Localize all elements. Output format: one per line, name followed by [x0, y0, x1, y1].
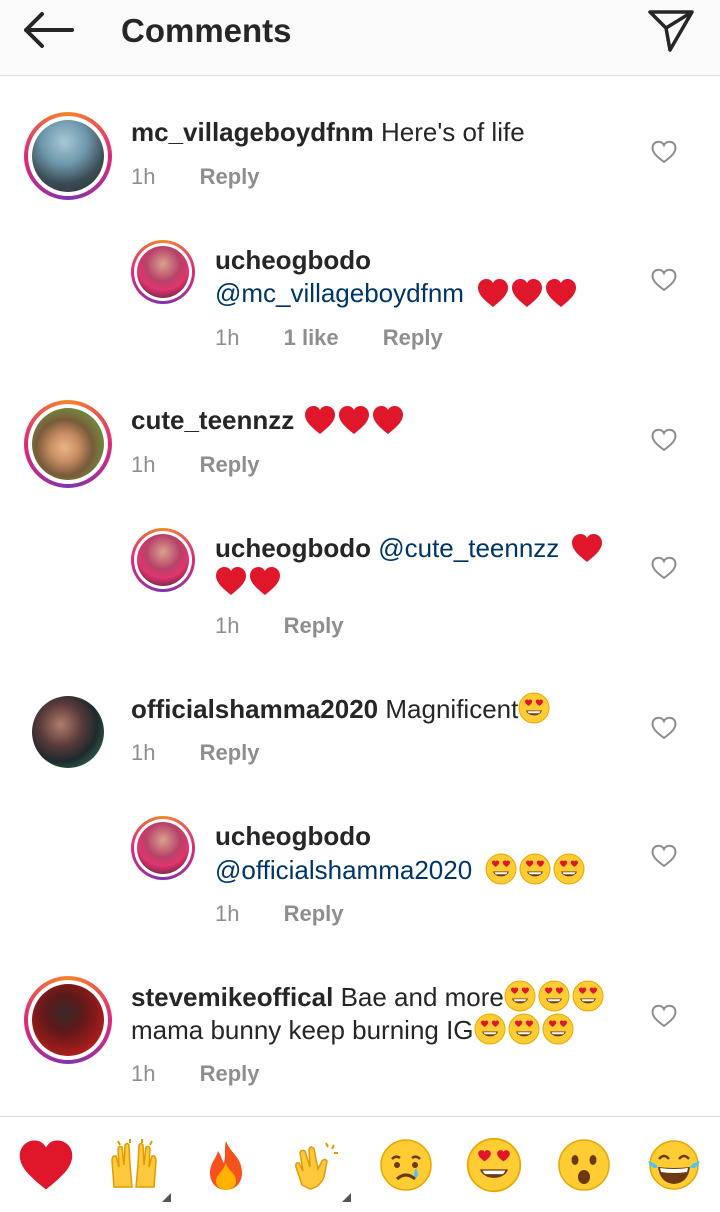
red-heart-icon — [215, 566, 247, 596]
avatar[interactable] — [32, 696, 104, 768]
heart-eyes-face-icon[interactable] — [466, 1137, 522, 1193]
skin-tone-indicator — [162, 1193, 171, 1202]
comment-username[interactable]: mc_villageboydfnm — [131, 117, 374, 147]
red-heart-icon — [338, 405, 370, 435]
raising-hands-icon[interactable] — [106, 1137, 162, 1193]
reply-button[interactable]: Reply — [200, 452, 260, 478]
astonished-face-icon[interactable] — [556, 1137, 612, 1193]
red-heart-icon — [511, 278, 543, 308]
tears-of-joy-face-icon[interactable] — [646, 1137, 702, 1193]
comment-time: 1h — [215, 325, 240, 350]
comment-text: Here's of life — [380, 117, 525, 147]
comment-time: 1h — [131, 1061, 156, 1086]
comment-username[interactable]: cute_teennzz — [131, 405, 294, 435]
red-heart-icon — [477, 278, 509, 308]
heart-eyes-emoji-icon — [542, 1013, 574, 1045]
comment-text: Magnificent — [385, 694, 519, 724]
skin-tone-indicator — [342, 1193, 351, 1202]
avatar[interactable] — [131, 816, 195, 880]
like-heart-icon[interactable] — [651, 1004, 677, 1028]
avatar[interactable] — [24, 400, 112, 488]
like-heart-icon[interactable] — [651, 716, 677, 740]
header-bar: Comments — [0, 0, 720, 76]
mention-link[interactable]: @mc_villageboydfnm — [215, 278, 464, 308]
like-heart-icon[interactable] — [651, 844, 677, 868]
back-arrow-icon[interactable] — [20, 10, 76, 50]
emoji-reaction-bar — [0, 1116, 720, 1212]
comment-text: mama bunny keep burning IG — [131, 1015, 474, 1045]
comment-time: 1h — [131, 452, 156, 477]
red-heart-icon — [372, 405, 404, 435]
likes-count[interactable]: 1 like — [284, 325, 339, 351]
reply-button[interactable]: Reply — [383, 325, 443, 351]
username[interactable]: ucheogbodo — [215, 533, 371, 563]
direct-send-icon[interactable] — [646, 6, 696, 54]
heart-eyes-emoji-icon — [474, 1013, 506, 1045]
clapping-hands-icon[interactable] — [288, 1137, 344, 1193]
comment-time: 1h — [215, 901, 240, 926]
mention-link[interactable]: @officialshamma2020 — [215, 855, 472, 885]
red-heart-icon — [545, 278, 577, 308]
comment-time: 1h — [131, 164, 156, 189]
mention-link[interactable]: @cute_teennzz — [378, 533, 559, 563]
reply-button[interactable]: Reply — [200, 164, 260, 190]
avatar[interactable] — [131, 528, 195, 592]
like-heart-icon[interactable] — [651, 556, 677, 580]
like-heart-icon[interactable] — [651, 268, 677, 292]
avatar[interactable] — [24, 976, 112, 1064]
reply-username: ucheogbodo — [215, 244, 371, 277]
comment-time: 1h — [131, 740, 156, 765]
reply-button[interactable]: Reply — [200, 740, 260, 766]
username[interactable]: ucheogbodo — [215, 821, 371, 851]
like-heart-icon[interactable] — [651, 140, 677, 164]
heart-eyes-emoji-icon — [553, 853, 585, 885]
avatar[interactable] — [24, 112, 112, 200]
fire-icon[interactable] — [198, 1137, 254, 1193]
comment-username[interactable]: officialshamma2020 — [131, 694, 378, 724]
comment-text: Bae and more — [340, 982, 504, 1012]
heart-eyes-emoji-icon — [538, 980, 570, 1012]
heart-eyes-emoji-icon — [508, 1013, 540, 1045]
crying-face-icon[interactable] — [378, 1137, 434, 1193]
red-heart-icon — [304, 405, 336, 435]
comment-username[interactable]: stevemikeoffical — [131, 982, 333, 1012]
heart-eyes-emoji-icon — [519, 853, 551, 885]
red-heart-icon — [571, 533, 603, 563]
reply-button[interactable]: Reply — [284, 901, 344, 927]
comment-time: 1h — [215, 613, 240, 638]
like-heart-icon[interactable] — [651, 428, 677, 452]
heart-eyes-emoji-icon — [572, 980, 604, 1012]
reply-button[interactable]: Reply — [200, 1061, 260, 1087]
red-heart-icon — [249, 566, 281, 596]
heart-eyes-emoji-icon — [504, 980, 536, 1012]
avatar[interactable] — [131, 240, 195, 304]
username[interactable]: ucheogbodo — [215, 245, 371, 275]
reply-button[interactable]: Reply — [284, 613, 344, 639]
heart-eyes-emoji-icon — [518, 692, 550, 724]
heart-eyes-emoji-icon — [485, 853, 517, 885]
red-heart-icon[interactable] — [18, 1137, 74, 1193]
page-title: Comments — [121, 12, 292, 49]
